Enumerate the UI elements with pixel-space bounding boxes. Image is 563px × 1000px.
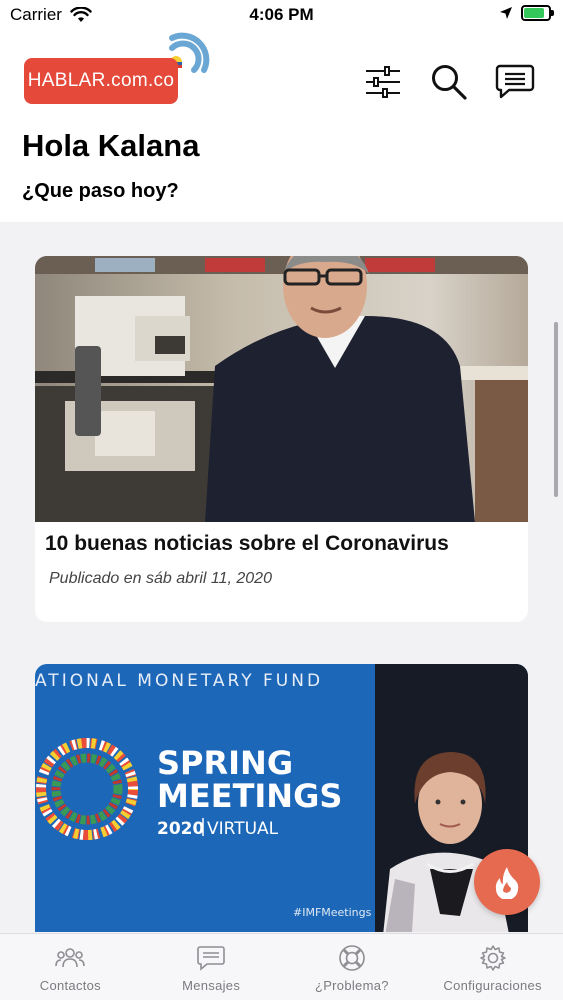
filter-icon	[366, 66, 400, 98]
news-card-title[interactable]: 10 buenas noticias sobre el Coronavirus	[35, 522, 528, 556]
messages-icon	[196, 944, 226, 972]
greeting-subtitle: ¿Que paso hoy?	[22, 180, 179, 202]
tab-label: Configuraciones	[443, 978, 542, 993]
chat-icon	[495, 64, 535, 99]
imf-spring-meetings-photo: ATIONAL MONETARY FUND SPRING MEETINGS 20…	[35, 664, 528, 932]
logo-text: HABLAR.com.co	[24, 58, 178, 104]
app-logo[interactable]: HABLAR.com.co	[24, 30, 214, 110]
news-card-image: ATIONAL MONETARY FUND SPRING MEETINGS 20…	[35, 664, 528, 932]
search-icon	[432, 65, 467, 100]
filter-button[interactable]	[363, 62, 403, 102]
lifebuoy-icon	[337, 944, 367, 972]
tab-contactos[interactable]: Contactos	[0, 934, 141, 1000]
battery-icon	[521, 5, 554, 21]
news-card[interactable]: ATIONAL MONETARY FUND SPRING MEETINGS 20…	[35, 664, 528, 932]
imf-hashtag: #IMFMeetings	[293, 906, 372, 919]
imf-headline-2: MEETINGS	[157, 777, 342, 815]
news-card-image	[35, 256, 528, 522]
chat-button[interactable]	[495, 62, 535, 102]
greeting-title: Hola Kalana	[22, 128, 200, 163]
tab-label: Mensajes	[182, 978, 241, 993]
tab-mensajes[interactable]: Mensajes	[141, 934, 282, 1000]
header-actions	[363, 62, 535, 102]
news-feed[interactable]: 10 buenas noticias sobre el Coronavirus …	[0, 222, 563, 932]
contacts-icon	[55, 944, 86, 972]
battery-level	[524, 8, 545, 18]
fire-action-button[interactable]	[474, 849, 540, 915]
location-arrow-icon	[500, 7, 512, 19]
status-time: 4:06 PM	[249, 5, 314, 24]
tab-bar: Contactos Mensajes ¿Problema? Configurac…	[0, 933, 563, 1000]
tab-label: Contactos	[39, 978, 101, 993]
tab-problema[interactable]: ¿Problema?	[282, 934, 423, 1000]
tab-configuraciones[interactable]: Configuraciones	[422, 934, 563, 1000]
tab-label: ¿Problema?	[314, 978, 389, 993]
status-bar: Carrier 4:06 PM	[0, 0, 563, 30]
news-card-date: Publicado en sáb abril 11, 2020	[49, 570, 272, 587]
news-card[interactable]: 10 buenas noticias sobre el Coronavirus …	[35, 256, 528, 622]
fire-icon	[495, 867, 519, 899]
header: HABLAR.com.co Hola Kalana ¿Que paso hoy?	[0, 30, 563, 222]
lab-scientist-photo	[35, 256, 528, 522]
imf-year: 2020	[157, 819, 204, 839]
imf-banner-text: ATIONAL MONETARY FUND	[35, 671, 323, 691]
scrollbar[interactable]	[554, 322, 558, 497]
search-button[interactable]	[429, 62, 469, 102]
imf-tag: VIRTUAL	[207, 819, 279, 839]
status-right	[499, 5, 554, 21]
gear-icon	[478, 944, 508, 972]
